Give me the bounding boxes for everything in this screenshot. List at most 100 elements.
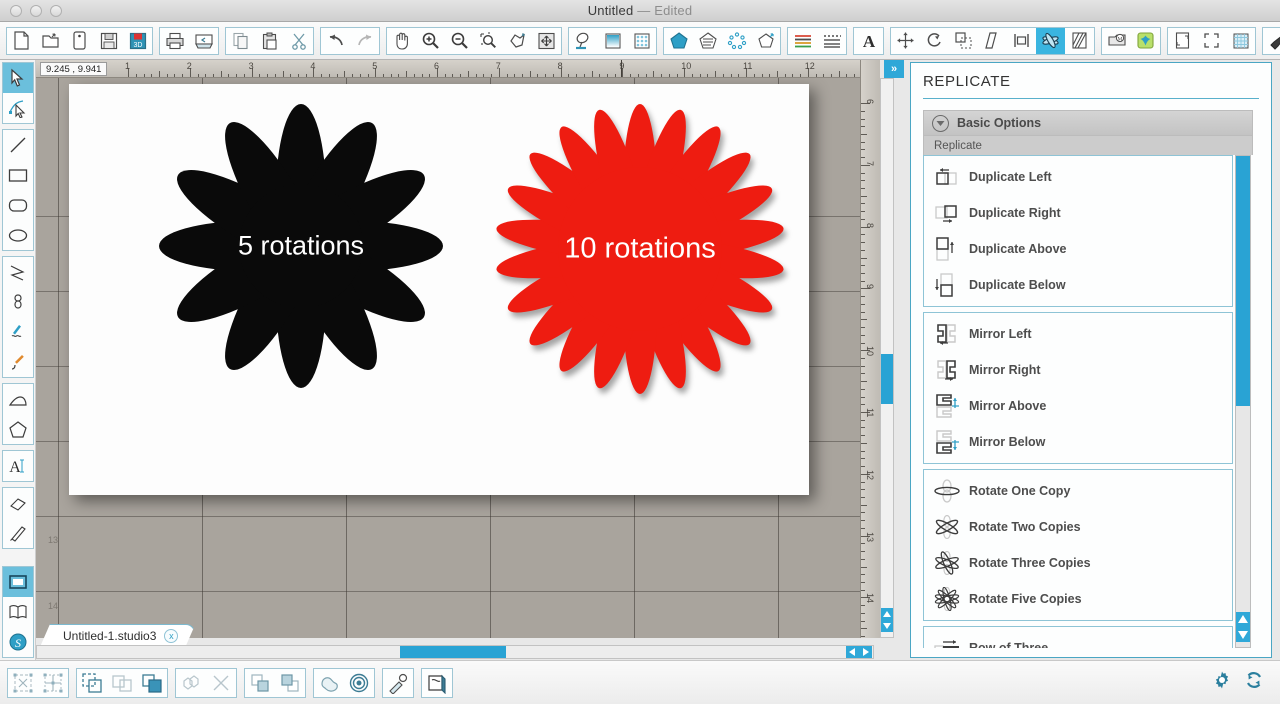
duplicate-above-item[interactable]: Duplicate Above xyxy=(924,231,1232,267)
polygon-tool[interactable] xyxy=(3,257,33,287)
zoom-out-button[interactable] xyxy=(445,28,474,54)
make-compound-path-button[interactable] xyxy=(77,669,107,697)
page-panel-button[interactable] xyxy=(2,567,33,597)
stitch-style-button[interactable] xyxy=(817,28,846,54)
freehand-tool[interactable] xyxy=(3,317,33,347)
save-to-library-button[interactable]: 3D xyxy=(123,28,152,54)
print-button[interactable] xyxy=(160,28,189,54)
vertical-ruler[interactable]: 6 7 8 9 10 11 12 13 14 xyxy=(860,60,880,638)
horizontal-ruler[interactable]: 123456789101112 xyxy=(36,60,874,78)
duplicate-left-item[interactable]: Duplicate Left xyxy=(924,159,1232,195)
canvas-vertical-scrollbar[interactable] xyxy=(880,78,894,638)
text-style-button[interactable]: A xyxy=(854,28,883,54)
vertical-scroll-arrows[interactable] xyxy=(881,608,893,637)
basic-options-header[interactable]: Basic Options xyxy=(923,110,1253,136)
new-document-button[interactable] xyxy=(7,28,36,54)
union-button[interactable] xyxy=(176,669,206,697)
nest-button[interactable] xyxy=(1065,28,1094,54)
copy-button[interactable] xyxy=(226,28,255,54)
cut-button[interactable] xyxy=(284,28,313,54)
undo-button[interactable] xyxy=(321,28,350,54)
line-color-button[interactable] xyxy=(569,28,598,54)
send-to-cutter-button[interactable] xyxy=(189,28,218,54)
smooth-freehand-tool[interactable] xyxy=(3,347,33,377)
mirror-above-item[interactable]: Mirror Above xyxy=(924,388,1232,424)
send-to-back-button[interactable] xyxy=(275,669,305,697)
gear-icon[interactable] xyxy=(1212,670,1232,695)
stipple-button[interactable] xyxy=(751,28,780,54)
panel-scroll-arrows[interactable] xyxy=(1236,612,1250,647)
store-panel-button[interactable]: S xyxy=(3,627,33,657)
expand-workspace-button[interactable]: » xyxy=(884,60,904,78)
fill-color-button[interactable] xyxy=(598,28,627,54)
shape-fill-button[interactable] xyxy=(664,28,693,54)
rhinestone-button[interactable] xyxy=(722,28,751,54)
scale-button[interactable] xyxy=(949,28,978,54)
weld-button[interactable] xyxy=(137,669,167,697)
panel-scrollbar[interactable] xyxy=(1235,155,1251,648)
curve-tool[interactable] xyxy=(3,287,33,317)
black-flower-shape[interactable]: 5 rotations xyxy=(151,96,451,396)
bring-to-front-button[interactable] xyxy=(245,669,275,697)
modify-button[interactable]: M xyxy=(1102,28,1131,54)
rotate-two-copies-item[interactable]: Rotate Two Copies xyxy=(924,509,1232,545)
trace-button[interactable] xyxy=(314,669,344,697)
eyedropper-button[interactable] xyxy=(383,669,413,697)
offset-button[interactable] xyxy=(1131,28,1160,54)
rotate-five-copies-item[interactable]: Rotate Five Copies xyxy=(924,581,1232,617)
duplicate-right-item[interactable]: Duplicate Right xyxy=(924,195,1232,231)
row-of-three-item[interactable]: Row of Three xyxy=(924,630,1232,648)
redo-button[interactable] xyxy=(350,28,379,54)
canvas-horizontal-scrollbar[interactable] xyxy=(36,645,874,659)
edit-points-tool[interactable] xyxy=(3,93,33,123)
replicate-options-list[interactable]: Duplicate Left Duplicate Right Duplicate… xyxy=(923,155,1233,648)
paste-button[interactable] xyxy=(255,28,284,54)
align-button[interactable] xyxy=(1007,28,1036,54)
release-compound-path-button[interactable] xyxy=(107,669,137,697)
save-button[interactable] xyxy=(94,28,123,54)
rotate-button[interactable] xyxy=(920,28,949,54)
shear-button[interactable] xyxy=(978,28,1007,54)
pan-tool-button[interactable] xyxy=(387,28,416,54)
zoom-selection-button[interactable] xyxy=(474,28,503,54)
page-setup-button[interactable] xyxy=(1168,28,1197,54)
subtract-button[interactable] xyxy=(206,669,236,697)
replicate-button[interactable] xyxy=(1036,27,1065,54)
design-canvas[interactable]: 13 14 5 rotations 10 rotations xyxy=(36,78,860,638)
horizontal-scroll-arrows[interactable] xyxy=(846,646,872,658)
rotate-three-copies-item[interactable]: Rotate Three Copies xyxy=(924,545,1232,581)
library-panel-button[interactable] xyxy=(3,597,33,627)
design-page[interactable]: 5 rotations 10 rotations xyxy=(69,84,809,495)
group-button[interactable] xyxy=(8,669,38,697)
duplicate-below-item[interactable]: Duplicate Below xyxy=(924,267,1232,303)
3d-shadow-button[interactable] xyxy=(422,669,452,697)
mirror-left-item[interactable]: Mirror Left xyxy=(924,316,1232,352)
open-library-button[interactable] xyxy=(65,28,94,54)
pen-settings-button[interactable] xyxy=(1263,28,1280,54)
fit-to-page-button[interactable] xyxy=(532,28,561,54)
eraser-tool[interactable] xyxy=(3,488,33,518)
refresh-icon[interactable] xyxy=(1244,670,1264,695)
ungroup-button[interactable] xyxy=(38,669,68,697)
registration-marks-button[interactable] xyxy=(1197,28,1226,54)
sketch-button[interactable] xyxy=(693,28,722,54)
offset-rings-button[interactable] xyxy=(344,669,374,697)
ellipse-tool[interactable] xyxy=(3,220,33,250)
move-button[interactable] xyxy=(891,28,920,54)
regular-polygon-tool[interactable] xyxy=(3,414,33,444)
horizontal-scroll-thumb[interactable] xyxy=(400,646,506,658)
document-tab[interactable]: Untitled-1.studio3 x xyxy=(40,624,195,647)
knife-tool[interactable] xyxy=(3,518,33,548)
grid-button[interactable] xyxy=(1226,28,1255,54)
rectangle-tool[interactable] xyxy=(3,160,33,190)
line-style-button[interactable] xyxy=(788,28,817,54)
red-flower-shape[interactable]: 10 rotations xyxy=(481,90,799,408)
zoom-in-button[interactable] xyxy=(416,28,445,54)
rotate-one-copy-item[interactable]: Rotate One Copy xyxy=(924,473,1232,509)
open-document-button[interactable] xyxy=(36,28,65,54)
vertical-scroll-thumb[interactable] xyxy=(881,354,893,404)
fit-to-selection-button[interactable] xyxy=(503,28,532,54)
fill-pattern-button[interactable] xyxy=(627,28,656,54)
mirror-below-item[interactable]: Mirror Below xyxy=(924,424,1232,460)
panel-scroll-thumb[interactable] xyxy=(1236,156,1250,406)
